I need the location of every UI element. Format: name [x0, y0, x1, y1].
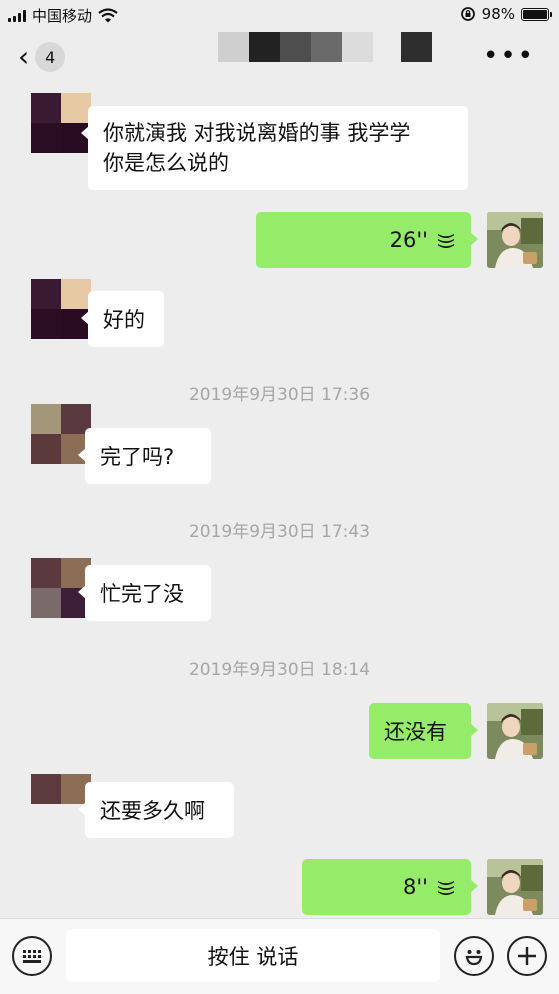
contact-avatar[interactable] — [31, 279, 91, 339]
message-text: 还没有 — [384, 720, 447, 744]
message-text: 忙完了没 — [100, 582, 184, 606]
voice-duration: 26'' — [389, 228, 428, 252]
input-bar: 按住 说话 — [0, 918, 559, 994]
chat-header: ‹ 4 ••• — [0, 28, 559, 86]
message-text: 完了吗? — [100, 445, 175, 469]
wifi-icon — [98, 8, 118, 23]
timestamp: 2019年9月30日 18:14 — [188, 660, 371, 680]
keyboard-icon[interactable] — [12, 936, 52, 976]
message-list[interactable]: 你就演我 对我说离婚的事 我学学 你是怎么说的 26'' ))) 好的 2019… — [0, 86, 559, 918]
plus-icon[interactable] — [507, 936, 547, 976]
unread-badge: 4 — [35, 42, 66, 72]
hold-to-talk-button[interactable]: 按住 说话 — [66, 929, 440, 982]
message-text: 你是怎么说的 — [103, 151, 229, 175]
message-bubble[interactable]: 你就演我 对我说离婚的事 我学学 你是怎么说的 — [81, 106, 468, 190]
message-bubble[interactable]: 忙完了没 — [78, 565, 211, 621]
contact-avatar[interactable] — [31, 93, 91, 153]
message-text: 你就演我 对我说离婚的事 我学学 — [103, 121, 411, 145]
back-button[interactable]: ‹ 4 — [18, 42, 78, 72]
back-chevron-icon: ‹ — [18, 40, 30, 73]
voice-message-bubble[interactable]: 26'' ))) — [256, 212, 478, 268]
message-bubble[interactable]: 还要多久啊 — [78, 782, 234, 838]
voice-wave-icon: ))) — [435, 879, 457, 895]
message-bubble[interactable]: 完了吗? — [78, 428, 211, 484]
voice-wave-icon: ))) — [435, 232, 457, 248]
chat-title-blurred — [218, 32, 432, 62]
voice-message-bubble[interactable]: 8'' ))) — [302, 859, 478, 915]
emoji-icon[interactable] — [454, 936, 494, 976]
timestamp: 2019年9月30日 17:36 — [188, 385, 371, 405]
signal-icon — [8, 9, 26, 22]
self-avatar[interactable] — [487, 859, 543, 915]
message-text: 还要多久啊 — [100, 799, 205, 823]
self-avatar[interactable] — [487, 703, 543, 759]
voice-duration: 8'' — [403, 875, 428, 899]
message-bubble[interactable]: 好的 — [81, 291, 164, 347]
message-bubble[interactable]: 还没有 — [369, 703, 478, 759]
self-avatar[interactable] — [487, 212, 543, 268]
carrier-name: 中国移动 — [32, 7, 93, 25]
message-text: 好的 — [103, 308, 145, 332]
more-icon[interactable]: ••• — [483, 43, 535, 69]
battery-percent: 98% — [481, 5, 515, 23]
status-bar: 中国移动 98% — [0, 0, 559, 28]
rotation-lock-icon — [460, 7, 475, 21]
timestamp: 2019年9月30日 17:43 — [188, 522, 371, 542]
battery-icon — [521, 7, 552, 21]
